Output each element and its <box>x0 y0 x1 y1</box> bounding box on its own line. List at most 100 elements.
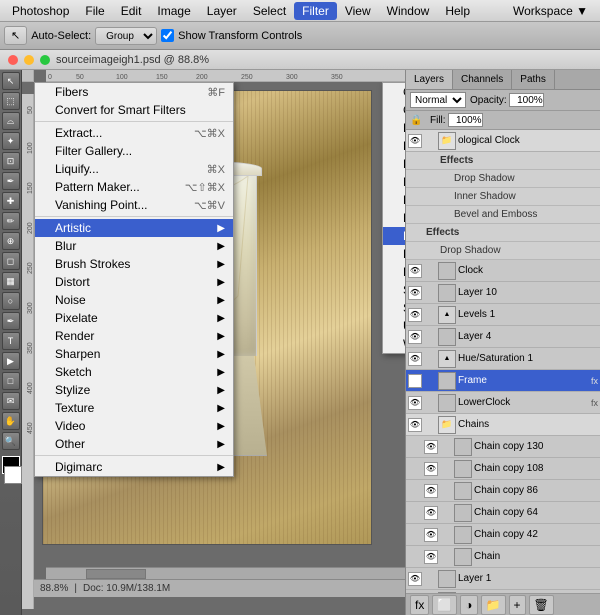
add-style-button[interactable]: fx <box>410 595 429 615</box>
tool-lasso[interactable]: ⌓ <box>2 112 20 130</box>
move-tool[interactable]: ↖ <box>4 26 27 45</box>
menu-filter[interactable]: Filter <box>294 2 337 20</box>
artistic-paint-daubs[interactable]: Paint Daubs... <box>383 191 405 209</box>
auto-select-dropdown[interactable]: Group Layer <box>95 27 157 45</box>
tool-eraser[interactable]: ◻ <box>2 252 20 270</box>
minimize-dot[interactable] <box>24 55 34 65</box>
layer-item[interactable]: 👁Chain copy 108 <box>406 458 600 480</box>
layer-item[interactable]: 👁Chain <box>406 546 600 568</box>
layer-visibility-eye[interactable]: 👁 <box>408 286 422 300</box>
layer-item[interactable]: 👁Clock <box>406 260 600 282</box>
filter-menu[interactable]: Fibers ⌘F Convert for Smart Filters Extr… <box>34 82 234 477</box>
layer-visibility-eye[interactable]: 👁 <box>408 572 422 586</box>
layer-visibility-eye[interactable]: 👁 <box>408 308 422 322</box>
effect-item[interactable]: Bevel and Emboss <box>406 206 600 224</box>
artistic-sponge[interactable]: Sponge... <box>383 299 405 317</box>
artistic-submenu[interactable]: Colored Pencil... Cutout... Dry Brush...… <box>382 82 405 354</box>
layer-item[interactable]: 👁LowerClockfx <box>406 392 600 414</box>
layer-item[interactable]: 👁Chain copy 64 <box>406 502 600 524</box>
artistic-colored-pencil[interactable]: Colored Pencil... <box>383 83 405 101</box>
show-transform-checkbox[interactable] <box>161 29 174 42</box>
layer-visibility-eye[interactable]: 👁 <box>408 330 422 344</box>
filter-menu-liquify[interactable]: Liquify... ⌘X <box>35 160 233 178</box>
filter-menu-pattern[interactable]: Pattern Maker... ⌥⇧⌘X <box>35 178 233 196</box>
opacity-input[interactable] <box>509 93 544 107</box>
layer-item[interactable]: 👁▲Levels 1 <box>406 304 600 326</box>
filter-menu-distort[interactable]: Distort ▶ <box>35 273 233 291</box>
filter-menu-stylize[interactable]: Stylize ▶ <box>35 381 233 399</box>
canvas-scrollbar-h[interactable] <box>46 567 405 579</box>
layer-item[interactable]: 👁Layer 1 <box>406 568 600 590</box>
filter-menu-extract[interactable]: Extract... ⌥⌘X <box>35 124 233 142</box>
menu-photoshop[interactable]: Photoshop <box>4 2 77 20</box>
layer-visibility-eye[interactable]: 👁 <box>424 528 438 542</box>
canvas-scrollbar-thumb-h[interactable] <box>86 569 146 579</box>
layer-visibility-eye[interactable]: 👁 <box>408 264 422 278</box>
tool-path-select[interactable]: ▶ <box>2 352 20 370</box>
filter-menu-vanishing[interactable]: Vanishing Point... ⌥⌘V <box>35 196 233 214</box>
layer-visibility-eye[interactable]: 👁 <box>408 418 422 432</box>
artistic-poster-edges[interactable]: Poster Edges... <box>383 245 405 263</box>
layer-item[interactable]: 👁Layer 4 <box>406 326 600 348</box>
layer-visibility-eye[interactable]: 👁 <box>408 134 422 148</box>
delete-layer-button[interactable]: 🗑 <box>529 595 554 615</box>
tab-layers[interactable]: Layers <box>406 70 453 89</box>
tool-magic-wand[interactable]: ✦ <box>2 132 20 150</box>
layer-visibility-eye[interactable]: 👁 <box>424 484 438 498</box>
effect-item[interactable]: Inner Shadow <box>406 188 600 206</box>
tool-hand[interactable]: ✋ <box>2 412 20 430</box>
tool-eyedropper[interactable]: ✒ <box>2 172 20 190</box>
layer-visibility-eye[interactable]: 👁 <box>408 396 422 410</box>
filter-menu-digimarc[interactable]: Digimarc ▶ <box>35 458 233 476</box>
layer-item[interactable]: 👁Chain copy 86 <box>406 480 600 502</box>
tool-pen[interactable]: ✒ <box>2 312 20 330</box>
layer-visibility-eye[interactable]: 👁 <box>424 550 438 564</box>
menu-file[interactable]: File <box>77 2 112 20</box>
background-color[interactable] <box>4 466 22 484</box>
menu-image[interactable]: Image <box>149 2 198 20</box>
artistic-cutout[interactable]: Cutout... <box>383 101 405 119</box>
filter-menu-video[interactable]: Video ▶ <box>35 417 233 435</box>
artistic-neon-glow[interactable]: Neon Glow... <box>383 173 405 191</box>
filter-menu-pixelate[interactable]: Pixelate ▶ <box>35 309 233 327</box>
menu-layer[interactable]: Layer <box>199 2 245 20</box>
tool-healing[interactable]: ✚ <box>2 192 20 210</box>
effect-item[interactable]: Drop Shadow <box>406 170 600 188</box>
tool-zoom[interactable]: 🔍 <box>2 432 20 450</box>
tool-shape[interactable]: □ <box>2 372 20 390</box>
tool-notes[interactable]: ✉ <box>2 392 20 410</box>
layer-item[interactable]: 👁📁Chains <box>406 414 600 436</box>
filter-menu-fibers[interactable]: Fibers ⌘F <box>35 83 233 101</box>
layer-visibility-eye[interactable]: 👁 <box>408 352 422 366</box>
effect-item[interactable]: Drop Shadow <box>406 242 600 260</box>
filter-menu-gallery[interactable]: Filter Gallery... <box>35 142 233 160</box>
layer-item[interactable]: 👁Framefx <box>406 370 600 392</box>
filter-menu-sketch[interactable]: Sketch ▶ <box>35 363 233 381</box>
tool-brush[interactable]: ✏ <box>2 212 20 230</box>
layer-visibility-eye[interactable]: 👁 <box>424 506 438 520</box>
artistic-palette-knife[interactable]: Palette Knife... <box>383 209 405 227</box>
artistic-underpainting[interactable]: Underpainting... <box>383 317 405 335</box>
layer-item[interactable]: 👁Chain copy 42 <box>406 524 600 546</box>
menu-help[interactable]: Help <box>437 2 478 20</box>
close-dot[interactable] <box>8 55 18 65</box>
filter-menu-noise[interactable]: Noise ▶ <box>35 291 233 309</box>
layer-visibility-eye[interactable]: 👁 <box>424 462 438 476</box>
tool-gradient[interactable]: ▦ <box>2 272 20 290</box>
layer-visibility-eye[interactable]: 👁 <box>408 374 422 388</box>
tool-move[interactable]: ↖ <box>2 72 20 90</box>
add-mask-button[interactable]: ⬜ <box>432 595 457 615</box>
artistic-plastic-wrap[interactable]: Plastic Wrap... ▶ <box>383 227 405 245</box>
blend-mode-select[interactable]: Normal Multiply Screen <box>410 92 466 108</box>
artistic-dry-brush[interactable]: Dry Brush... <box>383 119 405 137</box>
filter-menu-texture[interactable]: Texture ▶ <box>35 399 233 417</box>
artistic-smudge-stick[interactable]: Smudge Stick... <box>383 281 405 299</box>
tool-crop[interactable]: ⊡ <box>2 152 20 170</box>
artistic-rough-pastels[interactable]: Rough Pastels... <box>383 263 405 281</box>
filter-menu-sharpen[interactable]: Sharpen ▶ <box>35 345 233 363</box>
layer-item[interactable]: 👁📁ological Clock <box>406 130 600 152</box>
artistic-film-grain[interactable]: Film Grain... <box>383 137 405 155</box>
filter-menu-render[interactable]: Render ▶ <box>35 327 233 345</box>
menu-window[interactable]: Window <box>379 2 438 20</box>
new-group-button[interactable]: 📁 <box>481 595 506 615</box>
